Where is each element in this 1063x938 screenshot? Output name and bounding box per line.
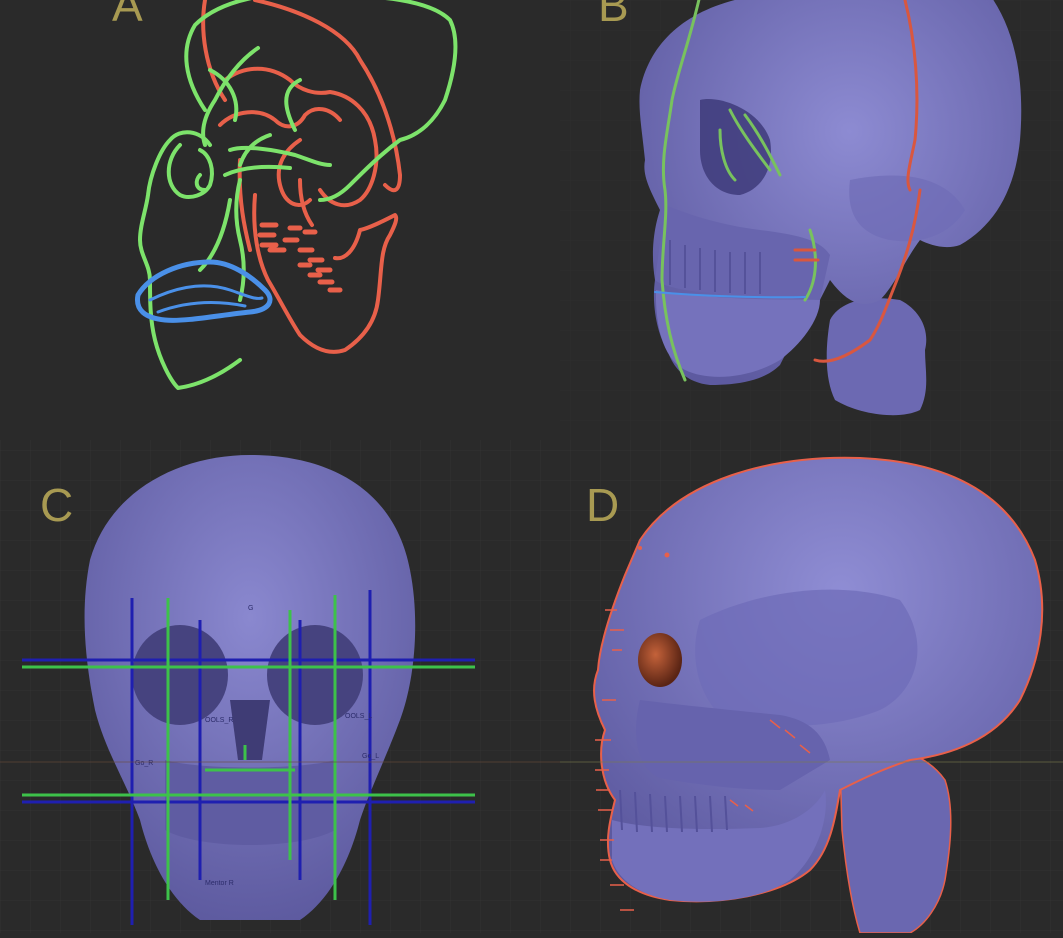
figure-canvas: G OOLS_R OOLS_L Go_R Go_L Mentor R A B C…	[0, 0, 1063, 934]
landmark-g: G	[248, 605, 253, 612]
orbit-left-c	[132, 625, 228, 725]
orbit-right-c	[267, 625, 363, 725]
panel-label-c: C	[40, 479, 74, 531]
panel-label-a: A	[112, 0, 143, 31]
panel-label-b: B	[598, 0, 629, 31]
landmark-ools-r: OOLS_R	[205, 717, 233, 724]
landmark-go-r: Go_R	[135, 760, 153, 767]
panel-label-d: D	[586, 479, 620, 531]
figure-svg: G OOLS_R OOLS_L Go_R Go_L Mentor R	[0, 0, 1063, 934]
landmark-mentor-r: Mentor R	[205, 880, 234, 887]
eyeball-d	[638, 633, 682, 687]
landmark-go-l: Go_L	[362, 753, 379, 760]
landmark-ools-l: OOLS_L	[345, 713, 372, 720]
